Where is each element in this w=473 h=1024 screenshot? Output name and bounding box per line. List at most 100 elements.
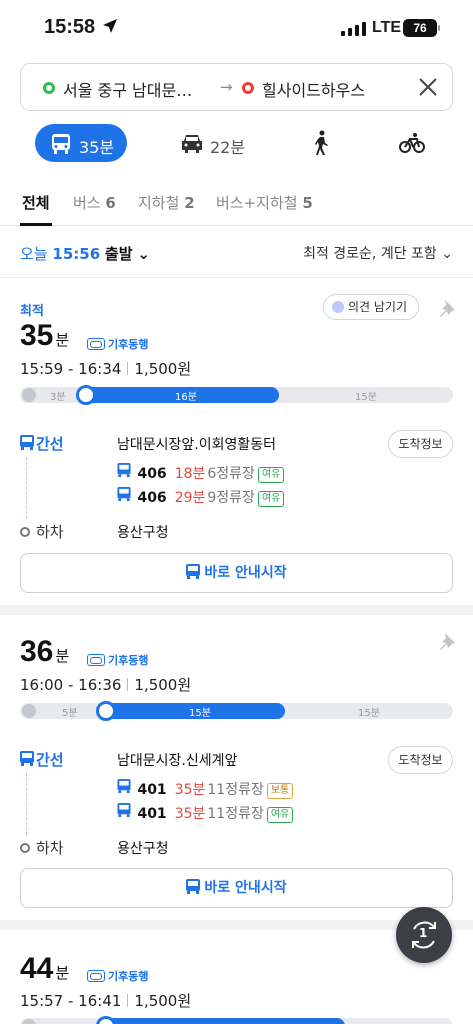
route-duration: 36 분 [20,635,69,669]
sort-option-selector[interactable]: 최적 경로순, 계단 포함 ⌄ [303,243,453,263]
tab-subway-label: 지하철 [138,194,180,212]
status-bar: 15:58 LTE 76 [0,0,473,54]
time-range: 15:59 - 16:34 [20,360,122,378]
bus-segment: 16분 [76,385,279,405]
bus-stops-count: 11정류장 [207,782,264,798]
status-time: 15:58 [44,16,96,38]
route-times: 16:00 - 16:36 1,500원 [20,674,191,695]
duration-unit: 분 [55,332,70,349]
alight-text: 하차 [36,523,64,541]
tab-bus-subway-count: 5 [302,194,313,212]
departure-time-selector[interactable]: 오늘 15:56 출발 ⌄ [20,243,150,264]
mode-bus-button[interactable]: 35분 [35,124,127,162]
crowd-badge: 여유 [266,807,294,823]
climate-card-badge: 기후동행 [87,652,148,668]
bus-stops-count: 6정류장 [207,466,255,482]
start-navigation-button[interactable]: 바로 안내시작 [20,868,453,908]
tab-all[interactable]: 전체 [22,192,50,213]
route-search-box[interactable]: 서울 중구 남대문… → 힐사이드하우스 [20,63,453,111]
pin-icon[interactable] [438,632,456,652]
alight-label: 하차 [20,521,64,542]
bus-icon [117,463,131,478]
bus-segment: 15분 [96,701,285,721]
departure-suffix: 출발 [104,245,133,263]
feedback-button[interactable]: 의견 남기기 [323,294,419,320]
car-icon[interactable] [180,132,204,154]
climate-card-icon [87,654,105,666]
walk-segment-icon [22,1019,36,1024]
bus-number: 406 [137,490,167,506]
bus-icon [20,751,34,766]
tab-bus-subway-label: 버스+지하철 [216,194,298,212]
alight-label: 하차 [20,837,64,858]
close-icon[interactable] [417,76,439,98]
route-type-label: 간선 [36,751,64,769]
crowd-badge: 여유 [257,467,285,483]
walk-icon[interactable] [312,130,330,156]
climate-card-label: 기후동행 [108,338,149,351]
alight-text: 하차 [36,839,64,857]
bus-line-row[interactable]: 401 35분 11정류장 여유 [117,803,294,823]
arrival-info-button[interactable]: 도착정보 [388,746,453,774]
time-range: 15:57 - 16:41 [20,992,122,1010]
bus-icon [20,435,34,450]
tab-subway[interactable]: 지하철 2 [138,192,195,213]
climate-card-badge: 기후동행 [87,336,148,352]
mode-bus-label: 35분 [79,138,115,157]
pin-icon[interactable] [438,299,456,319]
bus-eta: 35분 [174,782,206,798]
fare: 1,500원 [134,992,192,1010]
start-navigation-label: 바로 안내시작 [204,565,287,581]
time-range: 16:00 - 16:36 [20,676,122,694]
destination-field[interactable]: 힐사이드하우스 [262,77,365,101]
duration-value: 36 [20,635,54,668]
bus-segment [96,1016,345,1024]
network-label: LTE [372,19,402,36]
start-navigation-button[interactable]: 바로 안내시작 [20,553,453,593]
bus-segment-icon [96,701,116,721]
route-type: 간선 [20,749,64,770]
alight-stop: 용산구청 [117,525,169,541]
location-arrow-icon [103,19,117,33]
tab-bus-subway[interactable]: 버스+지하철 5 [216,192,313,213]
bike-icon[interactable] [399,132,425,154]
walk-segment-time: 15분 [358,708,380,719]
tab-bus[interactable]: 버스 6 [73,192,116,213]
bus-icon [117,487,131,502]
route-card[interactable]: 36 분 기후동행 16:00 - 16:36 1,500원 5분 15분 15분 … [0,615,473,920]
fare: 1,500원 [134,360,192,378]
duration-value: 35 [20,319,54,352]
origin-field[interactable]: 서울 중구 남대문… [63,77,192,101]
origin-dot-icon [43,82,55,94]
bus-segment-time: 15분 [189,708,211,719]
refresh-fab-button[interactable]: 1 [396,907,452,963]
tab-bus-count: 6 [105,194,116,212]
crowd-badge: 여유 [257,491,285,507]
route-tabs: 전체 버스 6 지하철 2 버스+지하철 5 [0,180,473,226]
arrow-icon: → [220,78,233,96]
sort-option-label: 최적 경로순, 계단 포함 [303,246,437,262]
sort-bar: 오늘 15:56 출발 ⌄ 최적 경로순, 계단 포함 ⌄ [0,226,473,278]
tab-all-label: 전체 [22,194,50,212]
route-times: 15:59 - 16:34 1,500원 [20,358,191,379]
walk-segment-time: 5분 [62,708,78,719]
bus-line-row[interactable]: 406 29분 9정류장 여유 [117,487,285,507]
card-separator [0,605,473,615]
climate-card-icon [87,970,105,982]
alight-circle-icon [20,527,30,537]
bus-number: 401 [137,782,167,798]
chevron-down-icon: ⌄ [441,246,453,262]
arrival-info-button[interactable]: 도착정보 [388,430,453,458]
alight-circle-icon [20,843,30,853]
bus-line-row[interactable]: 406 18분 6정류장 여유 [117,463,285,483]
bus-icon [186,564,201,579]
route-card[interactable]: 최적 의견 남기기 35 분 기후동행 15:59 - 16:34 1,500원 3… [0,279,473,605]
mode-car-label[interactable]: 22분 [210,134,245,158]
route-timeline: 3분 16분 15분 [20,385,453,405]
bus-icon [186,879,201,894]
bus-eta: 29분 [174,490,206,506]
duration-unit: 분 [55,648,70,665]
departure-time: 15:56 [52,245,101,263]
route-duration: 44 분 [20,952,69,986]
bus-line-row[interactable]: 401 35분 11정류장 보통 [117,779,294,799]
